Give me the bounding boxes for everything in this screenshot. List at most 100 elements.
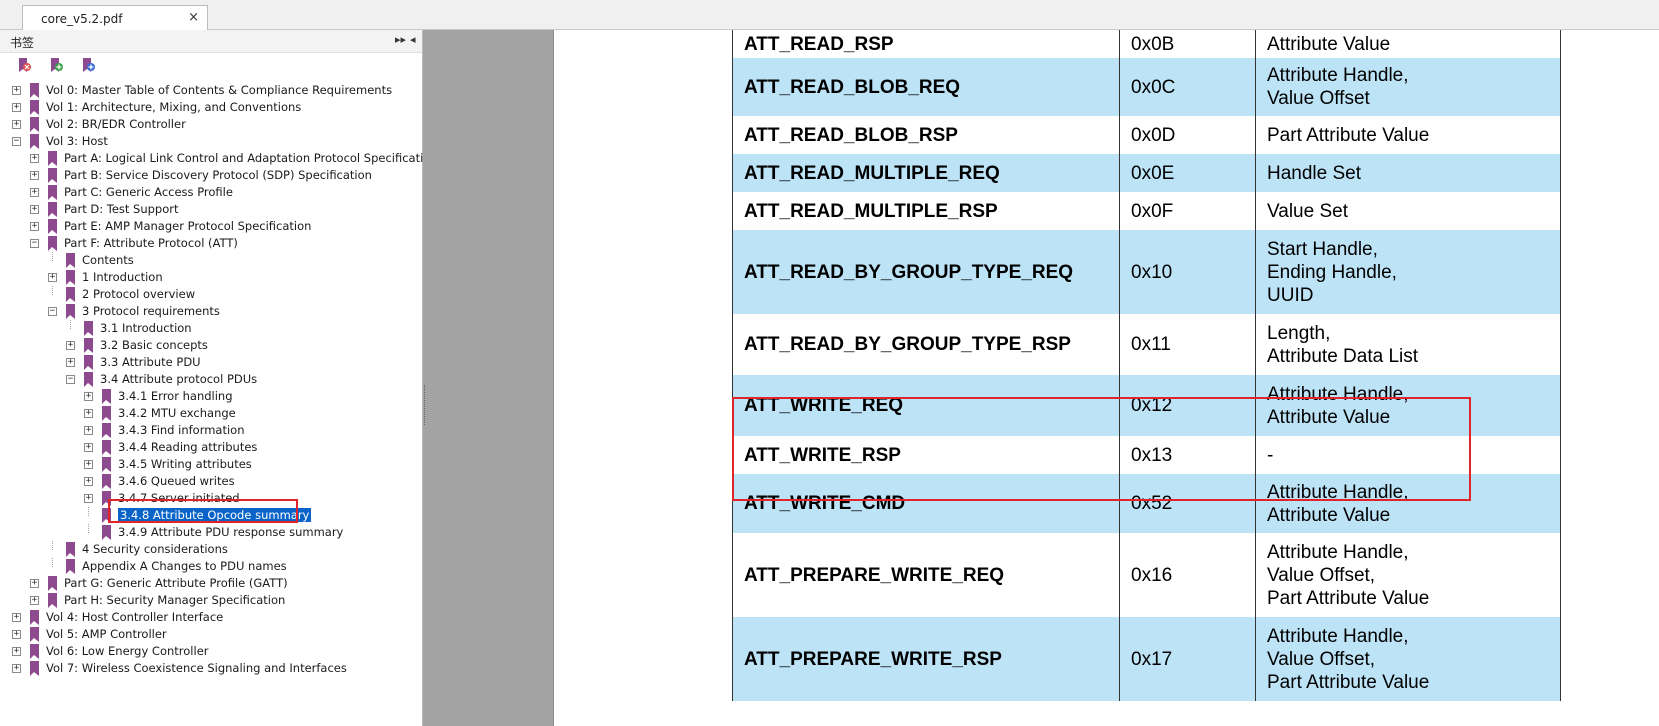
tree-connector [88, 524, 89, 533]
bookmark-item[interactable]: + Part D: Test Support [0, 201, 422, 219]
bookmark-item[interactable]: +3.4.3 Find information [0, 422, 422, 440]
panel-expand-icon[interactable]: ▸▸ [395, 33, 406, 46]
bookmark-icon [102, 389, 111, 404]
bookmark-icon [102, 423, 111, 438]
opcode-name-cell: ATT_READ_BLOB_REQ [732, 58, 1120, 116]
opcode-value-cell: 0x0D [1119, 116, 1256, 154]
tab-bar: core_v5.2.pdf × [0, 0, 1659, 30]
expand-icon[interactable]: + [12, 630, 21, 639]
bookmark-item[interactable]: − Part F: Attribute Protocol (ATT) [0, 235, 422, 253]
opcode-name-cell: ATT_READ_MULTIPLE_REQ [732, 154, 1120, 192]
bookmark-item[interactable]: +3.4.2 MTU exchange [0, 405, 422, 423]
bookmark-label: Vol 5: AMP Controller [46, 627, 167, 641]
bookmark-item[interactable]: − Vol 3: Host [0, 133, 422, 151]
expand-icon[interactable]: + [30, 596, 39, 605]
bookmark-item[interactable]: + Vol 4: Host Controller Interface [0, 609, 422, 627]
panel-resize-grip[interactable] [424, 385, 428, 425]
close-icon[interactable]: × [188, 10, 199, 25]
tree-connector [52, 286, 53, 295]
expand-icon[interactable]: + [12, 613, 21, 622]
opcode-value-cell: 0x17 [1119, 617, 1256, 701]
bookmark-item[interactable]: +3.4.1 Error handling [0, 388, 422, 406]
bookmark-icon [48, 593, 57, 608]
panel-collapse-icon[interactable]: ◂ [410, 33, 416, 46]
bookmarks-toolbar [0, 54, 422, 76]
expand-icon[interactable]: + [30, 188, 39, 197]
bookmark-item[interactable]: + Part A: Logical Link Control and Adapta… [0, 150, 438, 168]
bookmark-item[interactable]: − 3 Protocol requirements [0, 303, 422, 321]
document-tab[interactable]: core_v5.2.pdf × [22, 5, 208, 30]
add-child-bookmark-icon[interactable] [80, 57, 96, 73]
bookmark-label: Vol 2: BR/EDR Controller [46, 117, 186, 131]
write-rows-highlight-box [732, 397, 1471, 501]
bookmark-item[interactable]: +1 Introduction [0, 269, 422, 287]
collapse-icon[interactable]: − [48, 307, 57, 316]
bookmark-item[interactable]: + Part C: Generic Access Profile [0, 184, 422, 202]
parameter-line: Value Offset, [1267, 564, 1376, 586]
table-row: ATT_READ_MULTIPLE_RSP 0x0F Value Set [732, 192, 1561, 230]
expand-icon[interactable]: + [84, 477, 93, 486]
expand-icon[interactable]: + [30, 154, 39, 163]
bookmark-item[interactable]: Appendix A Changes to PDU names [0, 558, 422, 576]
tree-connector [88, 507, 89, 516]
bookmark-item[interactable]: + Vol 1: Architecture, Mixing, and Conven… [0, 99, 422, 117]
bookmark-item[interactable]: 4 Security considerations [0, 541, 422, 559]
expand-icon[interactable]: + [84, 409, 93, 418]
collapse-icon[interactable]: − [12, 137, 21, 146]
bookmark-item[interactable]: + Part G: Generic Attribute Profile (GATT… [0, 575, 422, 593]
bookmark-item[interactable]: + Vol 7: Wireless Coexistence Signaling a… [0, 660, 422, 678]
opcode-name-cell: ATT_READ_BLOB_RSP [732, 116, 1120, 154]
bookmark-item[interactable]: 3.1 Introduction [0, 320, 422, 338]
expand-icon[interactable]: + [48, 273, 57, 282]
parameters-cell: Length, Attribute Data List [1255, 314, 1561, 375]
bookmark-item[interactable]: +3.4.4 Reading attributes [0, 439, 422, 457]
expand-icon[interactable]: + [12, 120, 21, 129]
bookmarks-panel-header: 书签 ▸▸ ◂ [0, 30, 422, 53]
expand-icon[interactable]: + [84, 494, 93, 503]
add-bookmark-icon[interactable] [48, 57, 64, 73]
selection-highlight-box [108, 499, 298, 523]
bookmark-item[interactable]: + Part B: Service Discovery Protocol (SDP… [0, 167, 422, 185]
expand-icon[interactable]: + [12, 647, 21, 656]
expand-icon[interactable]: + [84, 443, 93, 452]
expand-icon[interactable]: + [66, 341, 75, 350]
bookmark-item[interactable]: +3.4.5 Writing attributes [0, 456, 422, 474]
bookmark-item[interactable]: + Part H: Security Manager Specification [0, 592, 422, 610]
expand-icon[interactable]: + [12, 664, 21, 673]
expand-icon[interactable]: + [30, 579, 39, 588]
bookmark-item[interactable]: − 3.4 Attribute protocol PDUs [0, 371, 422, 389]
delete-bookmark-icon[interactable] [16, 57, 32, 73]
bookmark-icon [66, 287, 75, 302]
collapse-icon[interactable]: − [30, 239, 39, 248]
bookmark-item[interactable]: +3.3 Attribute PDU [0, 354, 422, 372]
bookmark-item[interactable]: 3.4.9 Attribute PDU response summary [0, 524, 422, 542]
bookmark-item[interactable]: + Vol 5: AMP Controller [0, 626, 422, 644]
expand-icon[interactable]: + [66, 358, 75, 367]
parameter-line: Start Handle, [1267, 238, 1378, 260]
expand-icon[interactable]: + [84, 392, 93, 401]
expand-icon[interactable]: + [12, 86, 21, 95]
bookmark-item[interactable]: + Vol 0: Master Table of Contents & Compl… [0, 82, 422, 100]
parameter-line: Ending Handle, [1267, 261, 1397, 283]
bookmark-item[interactable]: + Vol 2: BR/EDR Controller [0, 116, 422, 134]
bookmark-item[interactable]: + Vol 6: Low Energy Controller [0, 643, 422, 661]
bookmark-label: Vol 6: Low Energy Controller [46, 644, 209, 658]
expand-icon[interactable]: + [84, 460, 93, 469]
expand-icon[interactable]: + [30, 222, 39, 231]
bookmark-label: Appendix A Changes to PDU names [82, 559, 287, 573]
expand-icon[interactable]: + [12, 103, 21, 112]
expand-icon[interactable]: + [30, 205, 39, 214]
bookmark-icon [48, 236, 57, 251]
bookmark-item[interactable]: 2 Protocol overview [0, 286, 422, 304]
bookmark-label: Part C: Generic Access Profile [64, 185, 233, 199]
bookmark-item[interactable]: +3.4.6 Queued writes [0, 473, 422, 491]
expand-icon[interactable]: + [30, 171, 39, 180]
expand-icon[interactable]: + [84, 426, 93, 435]
bookmark-item[interactable]: Contents [0, 252, 422, 270]
bookmark-icon [66, 270, 75, 285]
bookmark-label: 3.4 Attribute protocol PDUs [100, 372, 258, 386]
bookmark-item[interactable]: +3.2 Basic concepts [0, 337, 422, 355]
page-margin [423, 30, 553, 726]
collapse-icon[interactable]: − [66, 375, 75, 384]
bookmark-item[interactable]: + Part E: AMP Manager Protocol Specificat… [0, 218, 422, 236]
